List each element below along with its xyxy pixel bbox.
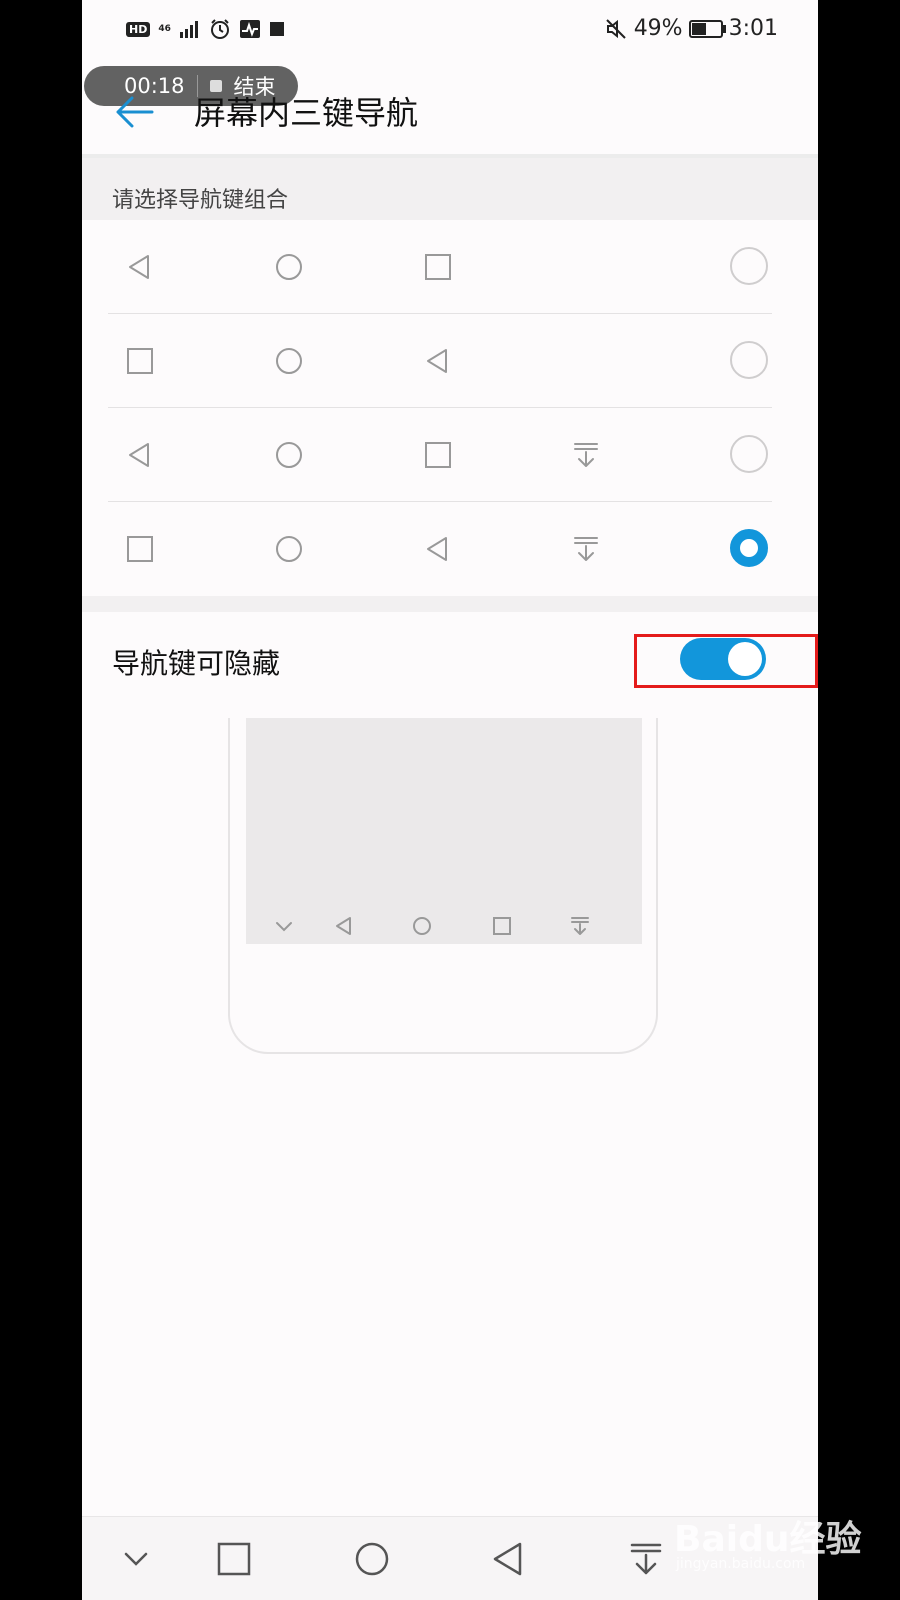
notification-square-icon [269, 22, 284, 36]
battery-percent: 49% [633, 16, 683, 41]
recent-square-icon [425, 442, 451, 468]
home-circle-icon [276, 442, 302, 468]
illustration-nav-bar [246, 906, 642, 944]
status-left: HD 46 [126, 18, 285, 40]
baidu-watermark: Baidu经验 jingyan.baidu.com [674, 1480, 874, 1584]
status-bar: HD 46 49% 3:01 [82, 0, 818, 62]
radio-option-4[interactable] [730, 529, 768, 567]
recent-square-icon [127, 536, 153, 562]
nav-option-4[interactable] [108, 502, 772, 596]
page-title: 屏幕内三键导航 [194, 94, 419, 132]
radio-option-1[interactable] [730, 247, 768, 285]
toggle-label: 导航键可隐藏 [112, 647, 281, 680]
hide-nav-icon [574, 443, 598, 467]
nav-option-2[interactable] [108, 314, 772, 408]
battery-icon [688, 19, 726, 38]
network-type: 46 [158, 23, 171, 34]
radio-option-3[interactable] [730, 435, 768, 473]
recent-square-icon [127, 348, 153, 374]
clock: 3:01 [728, 16, 778, 41]
back-triangle-icon [129, 255, 149, 279]
phone-illustration [228, 718, 658, 1054]
signal-bars-icon [179, 21, 198, 38]
home-circle-icon [276, 536, 302, 562]
back-triangle-icon [336, 917, 351, 935]
watermark-url: jingyan.baidu.com [676, 1556, 806, 1572]
home-circle-icon [413, 917, 431, 935]
watermark-logo: Baidu经验 [674, 1519, 862, 1560]
nav-option-list [82, 220, 818, 596]
home-circle-icon [276, 348, 302, 374]
battery-fill [691, 22, 706, 35]
recent-square-icon[interactable] [216, 1541, 252, 1577]
alarm-icon [210, 19, 229, 39]
nav-option-1[interactable] [108, 220, 772, 314]
status-right: 49% 3:01 [604, 16, 778, 41]
recent-square-icon [493, 917, 511, 935]
chevron-down-icon [276, 922, 292, 932]
back-triangle-icon [427, 349, 447, 373]
phone-screen: HD 46 49% 3:01 00:18 结束 屏幕内三键导航 请选择导航键组合… [82, 0, 818, 1600]
section-gap [82, 596, 818, 612]
recent-square-icon [425, 254, 451, 280]
back-triangle-icon [427, 537, 447, 561]
back-triangle-icon[interactable] [490, 1541, 526, 1577]
mute-icon [605, 18, 626, 39]
hide-nav-icon [574, 537, 598, 561]
highlight-box [634, 634, 818, 688]
hd-badge: HD [126, 21, 151, 37]
back-triangle-icon [129, 443, 149, 467]
home-circle-icon [276, 254, 302, 280]
section-label: 请选择导航键组合 [112, 188, 289, 213]
section-header: 请选择导航键组合 [82, 158, 818, 220]
hide-nav-icon [571, 917, 589, 935]
chevron-down-icon[interactable] [118, 1541, 154, 1577]
home-circle-icon[interactable] [354, 1541, 390, 1577]
nav-option-3[interactable] [108, 408, 772, 502]
hide-nav-icon[interactable] [628, 1541, 664, 1577]
activity-icon [239, 20, 260, 38]
arrow-left-icon[interactable] [112, 92, 156, 132]
radio-option-2[interactable] [730, 341, 768, 379]
